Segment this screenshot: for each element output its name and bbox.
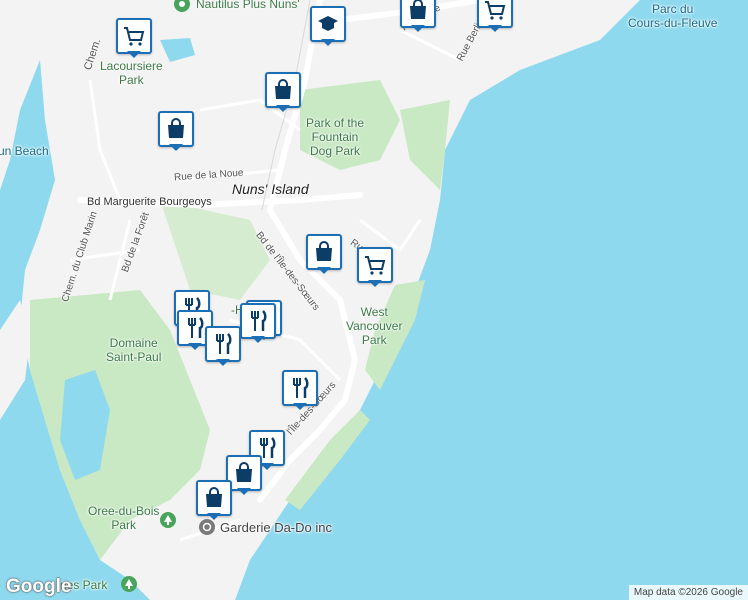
pin-restaurant[interactable] <box>240 303 276 343</box>
label-nuns-island: Nuns' Island <box>232 181 309 197</box>
pin-shopping[interactable] <box>158 111 194 151</box>
daycare-poi-icon[interactable] <box>199 519 215 535</box>
pin-restaurant[interactable] <box>205 326 241 366</box>
cart-icon <box>365 256 386 275</box>
park-tree-icon[interactable] <box>121 576 137 592</box>
bag-icon <box>316 241 332 261</box>
fork-knife-icon <box>188 317 204 338</box>
bag-icon <box>410 0 426 19</box>
map-canvas[interactable]: Nuns' Island Lacoursiere Park Park of th… <box>0 0 748 600</box>
pin-education[interactable] <box>310 6 346 46</box>
school-icon <box>318 16 338 31</box>
label-parc-du-cours: Parc du Cours-du-Fleuve <box>628 2 718 30</box>
label-un-beach: un Beach <box>0 144 49 158</box>
label-nautilus: Nautilus Plus Nuns' <box>196 0 300 11</box>
label-oree-du-bois-park: Oree-du-Bois Park <box>88 504 160 532</box>
map-attribution[interactable]: Map data ©2026 Google <box>628 585 748 600</box>
pin-shopping[interactable] <box>196 480 232 520</box>
label-garderie: Garderie Da-Do inc <box>220 520 332 535</box>
cart-icon <box>124 27 145 46</box>
pin-shopping[interactable] <box>306 234 342 274</box>
label-west-vancouver-park: West Vancouver Park <box>346 305 403 347</box>
cart-icon <box>485 1 506 20</box>
bag-icon <box>168 118 184 138</box>
fork-knife-icon <box>251 310 267 331</box>
pin-shopping[interactable] <box>265 72 301 112</box>
bag-icon <box>275 79 291 99</box>
label-park-of-the-fountain: Park of the Fountain Dog Park <box>306 116 365 158</box>
bag-icon <box>236 462 252 482</box>
label-domaine-saint-paul: Domaine Saint-Paul <box>106 336 162 364</box>
pin-shopping[interactable] <box>400 0 436 32</box>
pin-grocery[interactable] <box>477 0 513 32</box>
pin-grocery[interactable] <box>116 18 152 58</box>
street-bd-marguerite: Bd Marguerite Bourgeoys <box>87 196 212 208</box>
fork-knife-icon <box>293 377 309 398</box>
pin-restaurant[interactable] <box>282 370 318 410</box>
pin-grocery[interactable] <box>357 247 393 287</box>
fork-knife-icon <box>216 333 232 354</box>
bag-icon <box>206 487 222 507</box>
label-lacoursiere-park: Lacoursiere Park <box>100 59 163 87</box>
park-tree-icon[interactable] <box>160 512 176 528</box>
google-logo: Google <box>6 576 72 597</box>
